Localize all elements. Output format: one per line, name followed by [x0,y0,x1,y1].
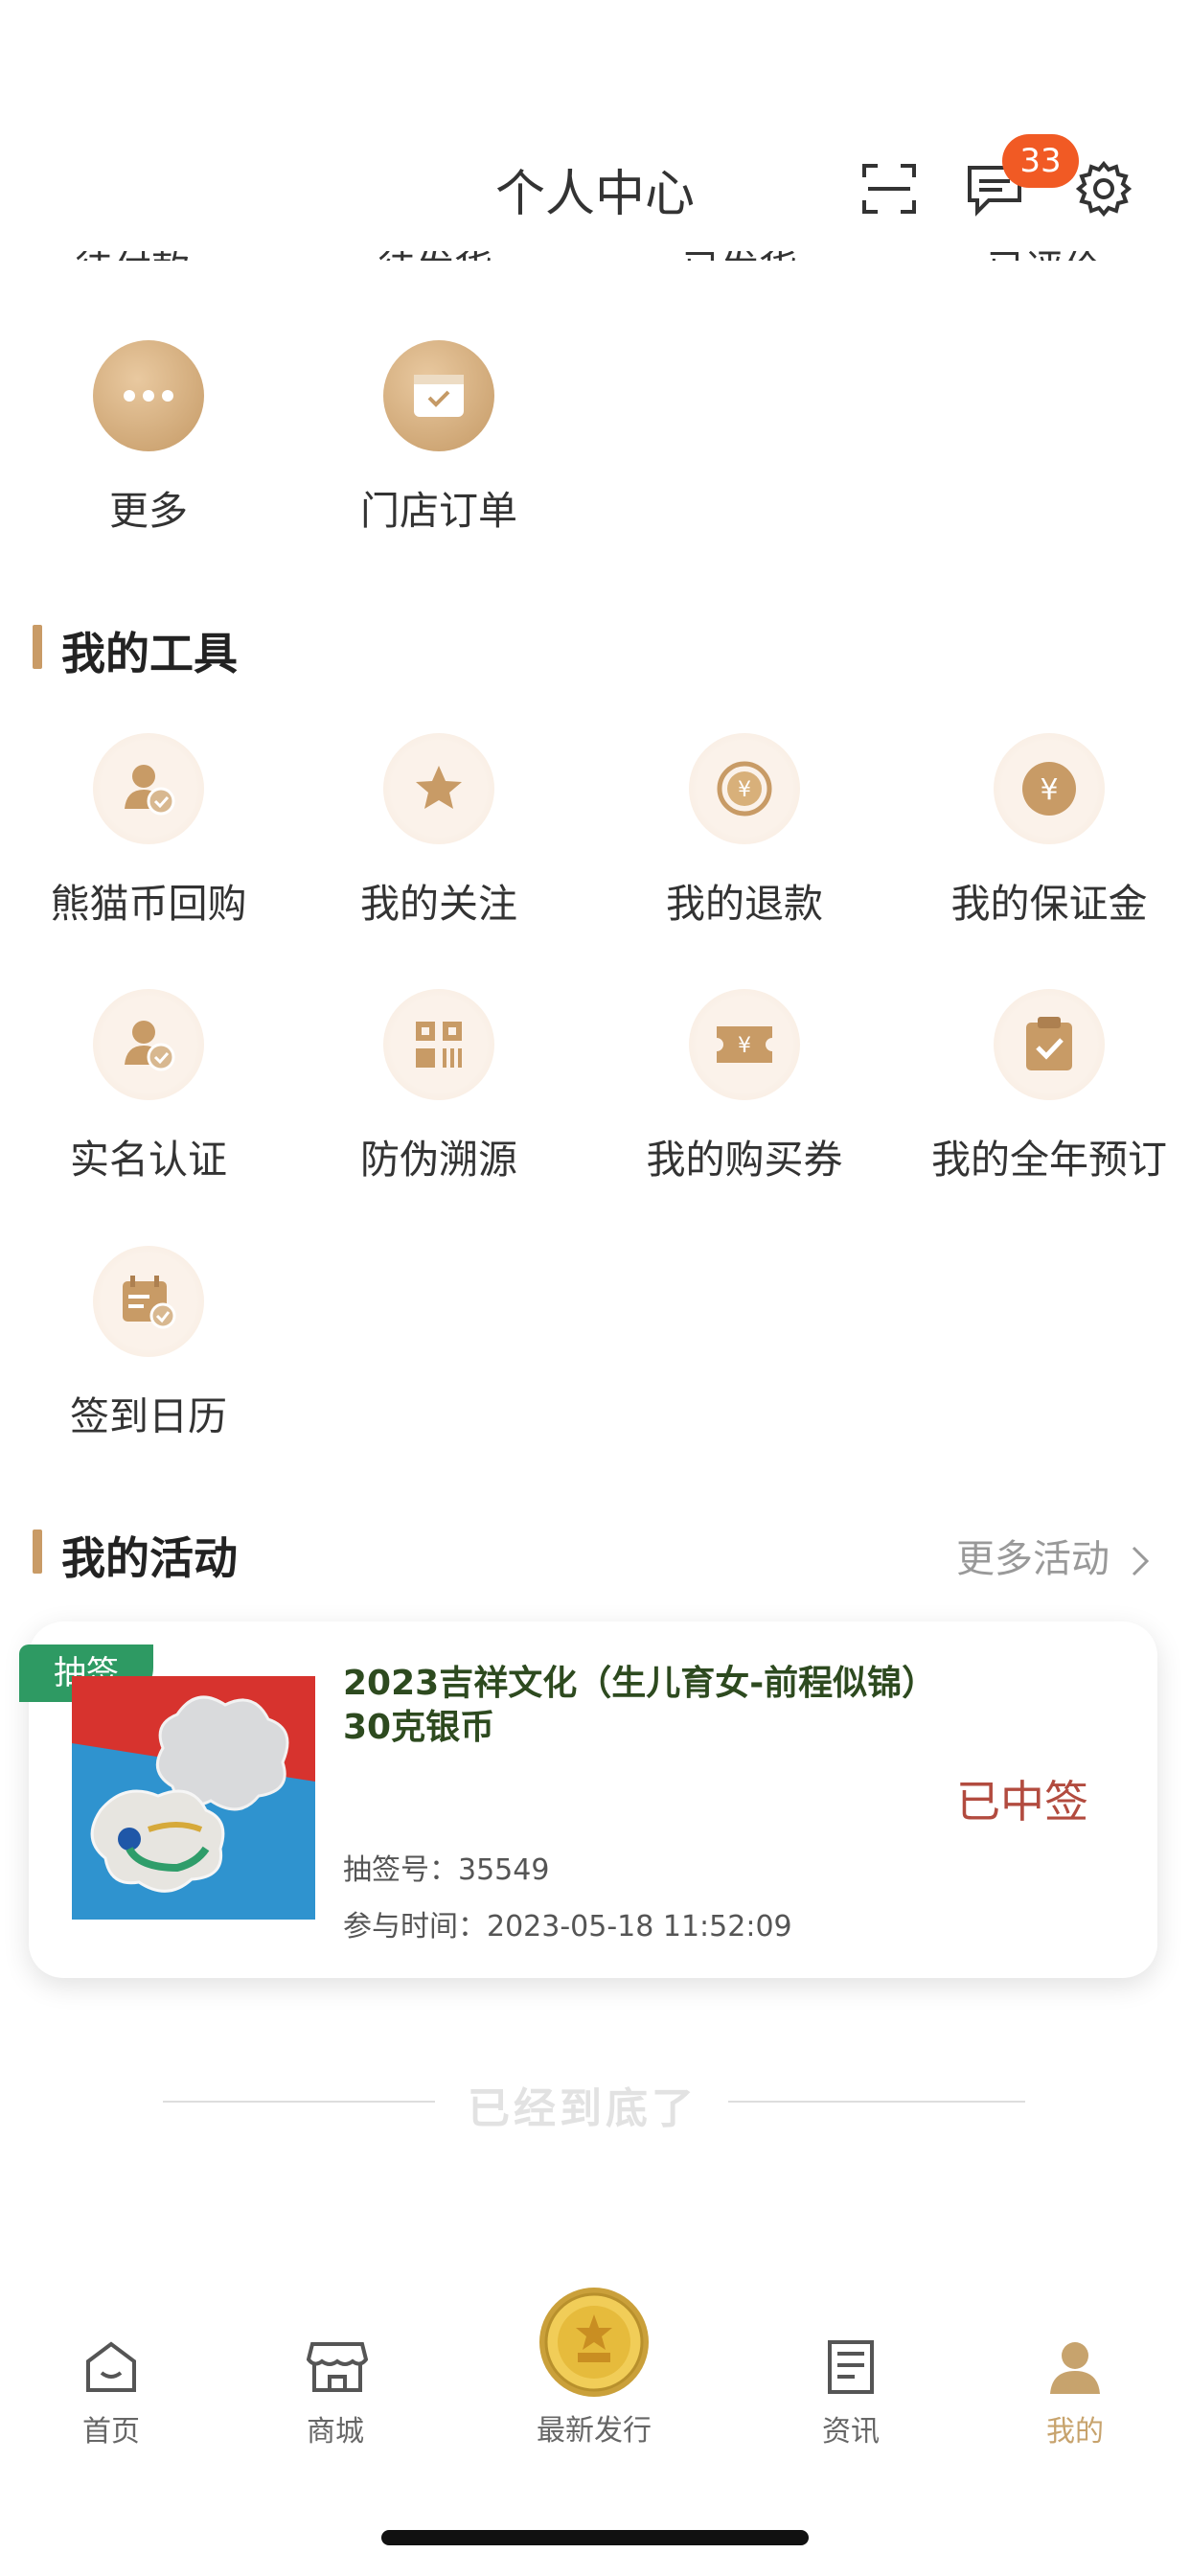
more-activities-link[interactable]: 更多活动 [956,1528,1153,1583]
tab-label: 商城 [307,2415,364,2449]
qr-code-icon [383,989,494,1100]
coin-image [72,1676,315,1920]
home-icon [82,2338,140,2396]
tool-purchase-voucher[interactable]: ¥ 我的购买券 [596,989,893,1184]
settings-icon[interactable] [1073,158,1134,219]
section-accent-bar [33,1530,42,1574]
tab-profile[interactable]: 我的 [1008,2338,1142,2450]
end-of-list-text: 已经到底了 [468,2084,698,2133]
tool-label: 我的购买券 [646,1137,843,1183]
calendar-check-icon [93,1246,204,1357]
header: 个人中心 33 [0,0,1190,249]
ticket-icon: ¥ [689,989,800,1100]
scan-icon[interactable] [858,158,920,219]
tab-latest-release[interactable]: 最新发行 [527,2286,661,2449]
tab-label: 我的 [1046,2415,1104,2449]
svg-text:¥: ¥ [738,1034,751,1058]
tool-panda-buyback[interactable]: 熊猫币回购 [0,733,297,929]
user-check-icon [93,733,204,844]
tool-label: 实名认证 [70,1137,227,1183]
activity-card[interactable]: 抽签 2023吉祥文化（生儿育女-前程似锦）30克银币 已中签 抽签号：3554… [19,1622,1157,1978]
order-status-row: 待付款 待发货 已发货 已评价 [0,251,1190,261]
store-order-icon [383,340,494,451]
star-icon [383,733,494,844]
message-count-badge: 33 [1002,134,1079,188]
tool-annual-reservation[interactable]: 我的全年预订 [901,989,1190,1184]
tool-label: 防伪溯源 [360,1137,517,1183]
activity-title: 2023吉祥文化（生儿育女-前程似锦）30克银币 [343,1664,937,1747]
tab-label: 最新发行 [537,2414,652,2448]
tool-label: 签到日历 [70,1393,227,1439]
tools-title: 我的工具 [61,628,238,679]
end-divider-right [728,2101,1025,2103]
tab-home[interactable]: 首页 [44,2338,178,2450]
profile-icon [1046,2338,1104,2396]
tab-label: 首页 [82,2415,140,2449]
order-status-label[interactable]: 已发货 [682,251,797,261]
order-more-label: 更多 [109,488,188,534]
participation-time: 参与时间：2023-05-18 11:52:09 [343,1910,792,1944]
tool-label: 我的关注 [360,881,517,927]
activity-status: 已中签 [956,1776,1088,1828]
home-indicator [381,2530,809,2545]
tool-checkin-calendar[interactable]: 签到日历 [0,1246,297,1441]
section-accent-bar [33,625,42,669]
store-order-label: 门店订单 [360,488,517,534]
store-order[interactable]: 门店订单 [290,340,587,536]
activities-title: 我的活动 [61,1532,238,1584]
tab-shop[interactable]: 商城 [268,2338,402,2450]
lottery-number: 抽签号：35549 [343,1853,550,1887]
tool-real-name[interactable]: 实名认证 [0,989,297,1184]
svg-text:¥: ¥ [738,778,751,802]
order-status-label[interactable]: 待发货 [378,251,492,261]
order-status-label[interactable]: 已评价 [987,251,1102,261]
clipboard-check-icon [994,989,1105,1100]
order-more[interactable]: 更多 [0,340,297,536]
tool-my-refund[interactable]: ¥ 我的退款 [596,733,893,929]
tool-label: 我的退款 [666,881,823,927]
tab-news[interactable]: 资讯 [784,2338,918,2450]
tool-label: 我的全年预订 [931,1137,1167,1183]
shop-icon [306,2338,369,2396]
yuan-coin-icon: ¥ [994,733,1105,844]
tool-anti-fake[interactable]: 防伪溯源 [290,989,587,1184]
refund-icon: ¥ [689,733,800,844]
tool-label: 我的保证金 [950,881,1148,927]
user-check-icon [93,989,204,1100]
svg-text:¥: ¥ [1040,773,1058,807]
order-status-label[interactable]: 待付款 [75,251,190,261]
chevron-right-icon [1132,1546,1149,1576]
more-activities-label: 更多活动 [956,1537,1110,1581]
tab-label: 资讯 [822,2415,880,2449]
coin-emblem-icon [538,2286,651,2399]
end-divider-left [163,2101,435,2103]
more-icon [93,340,204,451]
tool-label: 熊猫币回购 [50,881,247,927]
tool-my-deposit[interactable]: ¥ 我的保证金 [901,733,1190,929]
tool-my-follow[interactable]: 我的关注 [290,733,587,929]
news-icon [822,2338,880,2396]
